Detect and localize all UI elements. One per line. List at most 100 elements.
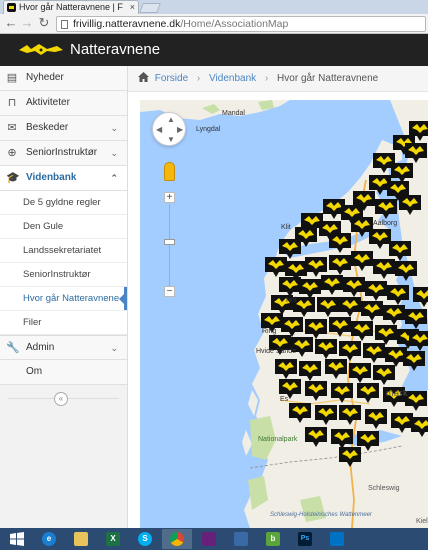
new-tab-button[interactable]	[139, 3, 161, 13]
sidebar-collapse-button[interactable]: «	[54, 392, 68, 406]
address-bar-row: ← → ↻ frivillig.natteravnene.dk/Home/Ass…	[0, 14, 428, 34]
sidebar-item-nyheder[interactable]: ▤ Nyheder	[0, 66, 127, 91]
browser-tab[interactable]: Hvor går Natteravnene | F ×	[3, 0, 139, 14]
bryton-icon: b	[266, 532, 280, 546]
sidebar-item-beskeder[interactable]: ✉ Beskeder ⌄	[0, 116, 127, 141]
association-marker[interactable]	[405, 309, 427, 329]
zoom-slider-track[interactable]	[169, 204, 170, 286]
chrome-icon	[170, 532, 184, 546]
map-label-lyngdal: Lyngdal	[196, 126, 221, 133]
sidebar-item-om[interactable]: Om	[0, 360, 127, 385]
map-canvas[interactable]	[140, 100, 428, 528]
submenu-item-landssekretariatet[interactable]: Landssekretariatet	[0, 239, 127, 263]
map-pan-control[interactable]: ▲ ▼ ◀ ▶	[152, 112, 186, 146]
association-marker[interactable]	[409, 331, 428, 351]
sidebar-item-label: Om	[26, 366, 43, 377]
reload-icon[interactable]: ↻	[37, 16, 51, 30]
taskbar-photoshop[interactable]: Ps	[290, 529, 320, 549]
visual-studio-icon	[202, 532, 216, 546]
page-icon	[61, 20, 68, 29]
envelope-icon: ✉	[7, 122, 17, 134]
natteravnene-logo-icon[interactable]	[17, 41, 65, 59]
taskbar-internet-explorer[interactable]: e	[34, 529, 64, 549]
pan-right-icon[interactable]: ▶	[177, 125, 183, 134]
back-arrow-icon[interactable]: ←	[4, 16, 18, 30]
sidebar-collapse-row: «	[0, 385, 127, 413]
taskbar-app[interactable]	[226, 529, 256, 549]
taskbar-chrome[interactable]	[162, 529, 192, 549]
submenu-item-hvor-gaar-natteravnene[interactable]: Hvor går Natteravnene	[0, 287, 127, 311]
app-icon	[234, 532, 248, 546]
map-label-hol: Hol	[286, 297, 297, 304]
map-label-aalborg: Aalborg	[373, 220, 398, 227]
taskbar-excel[interactable]: X	[98, 529, 128, 549]
sidebar-item-videnbank[interactable]: 🎓 Videnbank ⌃	[0, 166, 127, 191]
submenu-item-den-gule[interactable]: Den Gule	[0, 215, 127, 239]
association-map[interactable]: Lyngdal Mandal Klit Aalborg Hol Ring Hvi…	[140, 100, 428, 528]
breadcrumb-separator: ›	[264, 73, 269, 84]
chevron-down-icon: ⌄	[110, 343, 118, 353]
map-label-wattenmeer: Schleswig-Holsteinisches Wattenmeer	[270, 512, 372, 518]
pan-up-icon[interactable]: ▲	[167, 115, 175, 124]
submenu-item-label: Den Gule	[23, 221, 64, 232]
sidebar-item-label: SeniorInstruktør	[26, 147, 98, 158]
tab-title: Hvor går Natteravnene | F	[19, 2, 123, 12]
windows-taskbar: e X S b Ps	[0, 528, 428, 550]
taskbar-mail[interactable]	[322, 529, 352, 549]
map-label-hvide-sande: Hvide Sande	[256, 348, 297, 355]
file-explorer-icon	[74, 532, 88, 546]
brand-title[interactable]: Natteravnene	[70, 40, 160, 60]
map-label-klit: Klit	[281, 224, 291, 231]
map-label-schleswig: Schleswig	[368, 485, 400, 492]
bookmark-icon: ⊓	[7, 97, 17, 109]
internet-explorer-icon: e	[42, 532, 56, 546]
natteravnene-favicon-icon	[7, 3, 16, 12]
chevron-down-icon: ⌄	[110, 148, 118, 158]
pan-down-icon[interactable]: ▼	[167, 135, 175, 144]
taskbar-visual-studio[interactable]	[194, 529, 224, 549]
street-view-pegman-icon[interactable]	[164, 162, 175, 181]
submenu-item-filer[interactable]: Filer	[0, 311, 127, 335]
breadcrumb-current: Hvor går Natteravnene	[277, 73, 379, 84]
sidebar-item-aktiviteter[interactable]: ⊓ Aktiviteter	[0, 91, 127, 116]
taskbar-skype[interactable]: S	[130, 529, 160, 549]
sidebar-item-label: Videnbank	[26, 172, 77, 183]
url-field[interactable]: frivillig.natteravnene.dk/Home/Associati…	[56, 16, 426, 32]
breadcrumb-forside-link[interactable]: Forside	[155, 73, 188, 84]
forward-arrow-icon[interactable]: →	[20, 16, 34, 30]
map-label-denmark-partial: mark	[386, 388, 408, 398]
taskbar-bryton[interactable]: b	[258, 529, 288, 549]
wrench-icon: 🔧	[6, 342, 20, 354]
submenu-item-seniorinstruktor[interactable]: SeniorInstruktør	[0, 263, 127, 287]
map-label-es: Es	[280, 396, 289, 403]
url-host: frivillig.natteravnene.dk	[73, 18, 181, 30]
submenu-item-label: De 5 gyldne regler	[23, 197, 101, 208]
zoom-out-button[interactable]: −	[164, 286, 175, 297]
taskbar-file-explorer[interactable]	[66, 529, 96, 549]
submenu-item-label: SeniorInstruktør	[23, 269, 91, 280]
skype-icon: S	[138, 532, 152, 546]
home-icon	[138, 72, 149, 82]
map-label-mandal: Mandal	[222, 110, 245, 117]
newspaper-icon: ▤	[6, 72, 18, 84]
excel-icon: X	[106, 532, 120, 546]
sidebar-item-label: Admin	[26, 342, 55, 353]
sidebar-item-label: Beskeder	[26, 122, 69, 133]
browser-tab-strip: Hvor går Natteravnene | F ×	[0, 0, 428, 14]
sidebar-item-label: Aktiviteter	[26, 97, 70, 108]
windows-start-icon	[10, 532, 24, 546]
tab-close-icon[interactable]: ×	[130, 1, 135, 14]
chevron-down-icon: ⌄	[110, 123, 118, 133]
map-label-nationalpark: Nationalpark	[258, 436, 298, 443]
submenu-item-5-gyldne-regler[interactable]: De 5 gyldne regler	[0, 191, 127, 215]
zoom-in-button[interactable]: +	[164, 192, 175, 203]
breadcrumb-videnbank-link[interactable]: Videnbank	[209, 73, 256, 84]
sidebar-item-admin[interactable]: 🔧 Admin ⌄	[0, 335, 127, 360]
map-label-kiel: Kiel	[416, 518, 428, 525]
sidebar-item-seniorinstruktor[interactable]: ⊕ SeniorInstruktør ⌄	[0, 141, 127, 166]
pan-left-icon[interactable]: ◀	[156, 125, 162, 134]
lifebuoy-icon: ⊕	[7, 147, 17, 159]
app-header: Natteravnene	[0, 34, 428, 66]
windows-start-button[interactable]	[2, 529, 32, 549]
zoom-slider-handle[interactable]	[164, 239, 175, 245]
